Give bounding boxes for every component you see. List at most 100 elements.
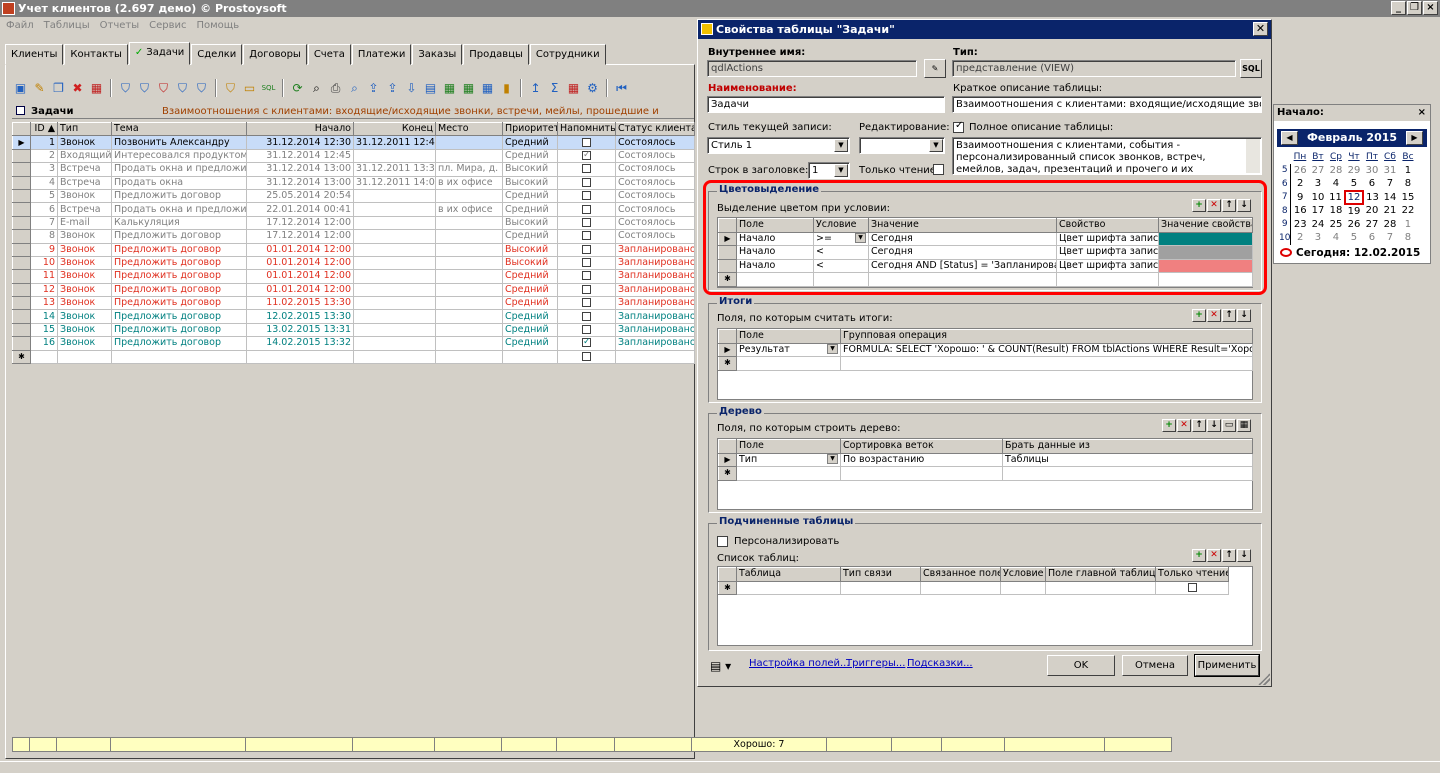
table-row[interactable]: 11 Звонок Предложить договор 01.01.2014 12:… [12, 269, 695, 284]
move-up-icon[interactable]: ↑ [1222, 549, 1236, 562]
cell-start[interactable]: 01.01.2014 12:00 [246, 282, 354, 298]
prev-month-button[interactable]: ◀ [1281, 131, 1298, 145]
calendar-close-icon[interactable]: × [1418, 105, 1426, 121]
cell-start[interactable]: 13.02.2015 13:31 [246, 322, 354, 338]
cell-end[interactable] [353, 255, 436, 271]
cell-id[interactable]: 8 [30, 229, 58, 244]
cell-end[interactable] [353, 322, 436, 338]
calendar-day[interactable]: 5 [1345, 177, 1363, 191]
calendar-day[interactable]: 15 [1399, 191, 1417, 205]
cell-end[interactable]: 31.12.2011 12:45 [353, 135, 436, 150]
triggers-link[interactable]: Триггеры... [846, 658, 905, 669]
cell-subject[interactable]: Продать окна [111, 175, 247, 190]
cell-status[interactable]: Состоялось [615, 202, 695, 217]
table-row[interactable]: 10 Звонок Предложить договор 01.01.2014 12:… [12, 255, 695, 271]
empty-cell[interactable] [353, 349, 436, 365]
cell-place[interactable] [435, 255, 503, 271]
cell-remind[interactable] [557, 282, 616, 298]
cell-type[interactable]: Звонок [57, 269, 112, 284]
cell-subject[interactable]: Предложить договор [111, 269, 247, 284]
empty-cell[interactable] [246, 349, 354, 365]
calendar-day[interactable]: 2 [1291, 177, 1309, 191]
calendar-day[interactable]: 4 [1327, 177, 1345, 191]
cell-end[interactable] [353, 336, 436, 351]
cell-priority[interactable]: Высокий [502, 255, 558, 271]
cell-place[interactable]: в их офисе [435, 202, 503, 217]
cell-priority[interactable]: Средний [502, 322, 558, 338]
dialog-close-button[interactable]: ✕ [1253, 22, 1268, 36]
cell-subject[interactable]: Предложить договор [111, 255, 247, 271]
cell-id[interactable]: 1 [30, 135, 58, 150]
totals-row[interactable]: ▶ Результат ▼ FORMULA: SELECT 'Хорошо: ' & … [718, 342, 1253, 357]
cell-start[interactable]: 31.12.2014 13:00 [246, 175, 354, 190]
personalize-checkbox[interactable] [717, 536, 728, 547]
cell-status[interactable]: Запланировано [615, 309, 695, 324]
layout-icon[interactable]: ▦ [565, 80, 582, 97]
tree-row[interactable]: ▶ Тип ▼ По возрастанию Таблицы [718, 452, 1253, 467]
import-icon[interactable]: ⇩ [403, 80, 420, 97]
tab-6[interactable]: Платежи [351, 44, 412, 65]
calendar-day[interactable]: 24 [1309, 218, 1327, 232]
close-window-button[interactable]: × [1423, 1, 1438, 15]
excel-icon[interactable]: ▦ [441, 80, 458, 97]
cell-id[interactable]: 14 [30, 309, 58, 324]
calendar-day[interactable]: 3 [1309, 231, 1327, 245]
cell-subject[interactable]: Предложить договор [111, 309, 247, 324]
remind-checkbox[interactable] [582, 231, 591, 241]
cell-type[interactable]: Звонок [57, 282, 112, 298]
cell-remind[interactable] [557, 202, 616, 217]
tab-0[interactable]: Клиенты [5, 44, 64, 65]
cell-place[interactable] [435, 135, 503, 150]
full-desc-checkbox[interactable] [953, 120, 964, 133]
calendar-day[interactable]: 13 [1363, 191, 1381, 205]
move-up-icon[interactable]: ↑ [1222, 309, 1236, 322]
tab-8[interactable]: Продавцы [463, 44, 529, 65]
type-field[interactable]: представление (VIEW) [952, 60, 1236, 77]
new-row[interactable]: ✱ [718, 466, 1253, 481]
delete-icon[interactable]: ✕ [1177, 419, 1191, 432]
cell-priority[interactable]: Средний [502, 135, 558, 150]
move-down-icon[interactable]: ↓ [1207, 419, 1221, 432]
tab-9[interactable]: Сотрудники [529, 44, 606, 65]
cell-id[interactable]: 11 [30, 269, 58, 284]
empty-cell[interactable] [840, 356, 1253, 371]
tab-5[interactable]: Счета [307, 44, 351, 65]
table-row[interactable]: ▶ 1 Звонок Позвонить Александру 31.12.2014 1… [12, 135, 695, 150]
cell-type[interactable]: Звонок [57, 242, 112, 257]
cell-subject[interactable]: Предложить договор [111, 296, 247, 311]
table-row[interactable]: 2 Входящий Интересовался продуктом 31.12.20… [12, 148, 695, 164]
cell-start[interactable]: 12.02.2015 13:30 [246, 309, 354, 324]
copy-icon[interactable]: ❐ [50, 80, 67, 97]
cell-status[interactable]: Состоялось [615, 162, 695, 177]
menu-item[interactable]: Таблицы [44, 17, 90, 34]
refresh-icon[interactable]: ⟳ [289, 80, 306, 97]
cell-priority[interactable]: Высокий [502, 175, 558, 190]
delete-icon[interactable]: ✕ [1207, 309, 1221, 322]
cell-place[interactable] [435, 242, 503, 257]
table-row[interactable]: 4 Встреча Продать окна 31.12.2014 13:00 31.1… [12, 175, 695, 190]
cell-status[interactable]: Запланировано [615, 269, 695, 284]
cell-end[interactable]: 31.12.2011 14:00 [353, 175, 436, 190]
field-settings-link[interactable]: Настройка полей... [749, 658, 850, 669]
menu-item[interactable]: Сервис [149, 17, 186, 34]
remind-checkbox[interactable] [582, 191, 591, 201]
filter-by-icon[interactable]: ⛉ [174, 80, 191, 97]
calendar-day[interactable]: 29 [1345, 164, 1363, 178]
cell-end[interactable] [353, 215, 436, 231]
new-row[interactable]: ✱ [12, 349, 695, 365]
cell-place[interactable] [435, 309, 503, 324]
cell-subject[interactable]: Калькуляция [111, 215, 247, 231]
cell-priority[interactable]: Высокий [502, 215, 558, 231]
cell-status[interactable]: Запланировано [615, 296, 695, 311]
calendar-day[interactable]: 12 [1343, 189, 1364, 205]
totals-field[interactable]: Результат ▼ [736, 342, 841, 357]
calendar-day[interactable]: 1 [1399, 218, 1417, 232]
cell-status[interactable]: Состоялось [615, 188, 695, 204]
cell-remind[interactable] [557, 336, 616, 351]
calendar-day[interactable]: 31 [1381, 164, 1399, 178]
cell-subject[interactable]: Предложить договор [111, 282, 247, 298]
empty-cell[interactable] [736, 466, 841, 481]
calendar-day[interactable]: 9 [1291, 191, 1309, 205]
memo-scrollbar[interactable] [1246, 139, 1260, 173]
calendar-day[interactable]: 23 [1291, 218, 1309, 232]
